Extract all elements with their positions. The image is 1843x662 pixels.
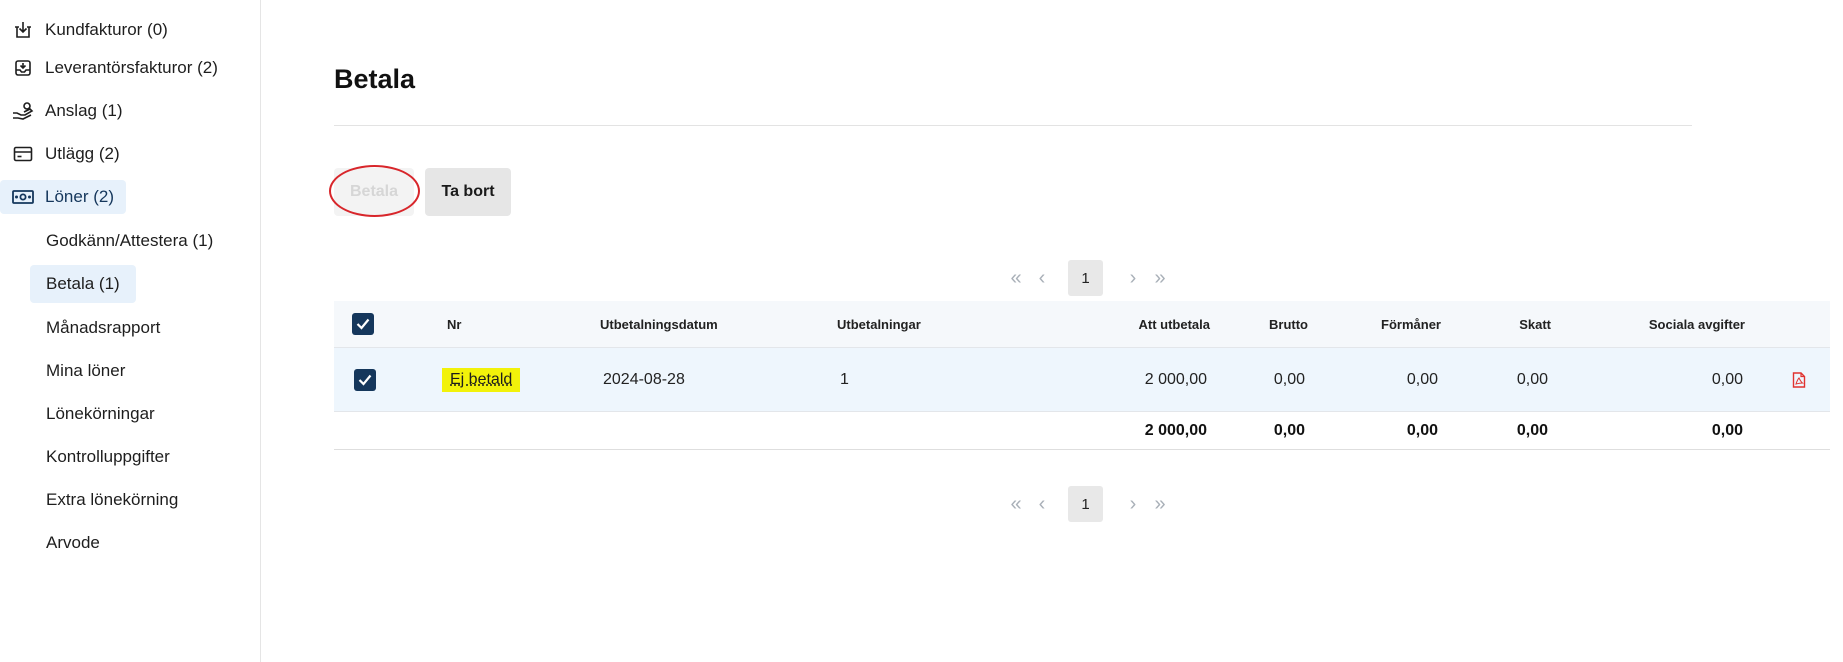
pdf-icon[interactable] [1792, 371, 1806, 388]
sidebar-subitem-godkann-attestera[interactable]: Godkänn/Attestera (1) [30, 222, 229, 260]
current-page-button[interactable]: 1 [1068, 486, 1103, 522]
table-row[interactable]: Ej betald 2024-08-28 1 2 000,00 0,00 0,0… [334, 348, 1830, 412]
sidebar-item-label: Lönekörningar [46, 404, 155, 423]
totals-row: 2 000,00 0,00 0,00 0,00 0,00 [334, 412, 1830, 450]
total-benefits: 0,00 [1406, 421, 1438, 439]
sidebar-item-label: Extra lönekörning [46, 490, 179, 509]
hand-coins-icon [11, 99, 35, 123]
column-header-nr[interactable]: Nr [447, 301, 461, 347]
sidebar-item-label: Kontrolluppgifter [46, 447, 170, 466]
sidebar-subitem-mina-loner[interactable]: Mina löner [30, 352, 141, 390]
sidebar-item-label: Leverantörsfakturor (2) [45, 58, 218, 77]
first-page-button[interactable]: « [1005, 260, 1027, 296]
next-page-button[interactable]: › [1124, 260, 1142, 296]
total-tax: 0,00 [1516, 421, 1548, 439]
table-header: Nr Utbetalningsdatum Utbetalningar Att u… [334, 301, 1830, 348]
row-select-cell [354, 348, 376, 411]
social-fees-cell: 0,00 [1711, 370, 1743, 388]
annotation-circle [329, 165, 420, 217]
sidebar-subitem-extra-lonekorning[interactable]: Extra lönekörning [30, 481, 194, 519]
current-page-button[interactable]: 1 [1068, 260, 1103, 296]
app: Kundfakturor (0) Leverantörsfakturor (2)… [0, 0, 1843, 662]
row-checkbox[interactable] [354, 368, 376, 391]
sidebar-item-label: Månadsrapport [46, 318, 161, 337]
sidebar-subitem-betala[interactable]: Betala (1) [30, 265, 136, 303]
status-cell: Ej betald [442, 348, 521, 411]
check-icon [356, 318, 370, 330]
receive-invoice-icon [11, 18, 35, 42]
banknote-icon [11, 185, 35, 209]
total-social-fees: 0,00 [1711, 421, 1743, 439]
check-icon [358, 374, 372, 386]
sidebar-item-anslag[interactable]: Anslag (1) [0, 94, 122, 128]
total-gross: 0,00 [1273, 421, 1305, 439]
sidebar-item-label: Betala (1) [46, 274, 120, 293]
pagination-bottom: « ‹ 1 › » [1005, 486, 1175, 522]
column-header-tax[interactable]: Skatt [1464, 301, 1551, 347]
sidebar-item-label: Anslag (1) [45, 101, 123, 120]
sidebar-item-label: Mina löner [46, 361, 126, 380]
supplier-invoice-icon [11, 56, 35, 80]
sidebar-item-label: Godkänn/Attestera (1) [46, 231, 214, 250]
select-all-cell [352, 301, 374, 347]
sidebar-subitem-manadsrapport[interactable]: Månadsrapport [30, 309, 176, 347]
payouts-cell: 1 [840, 370, 849, 388]
sidebar-item-kundfakturor[interactable]: Kundfakturor (0) [0, 13, 168, 47]
pdf-cell [1792, 348, 1806, 411]
sidebar: Kundfakturor (0) Leverantörsfakturor (2)… [0, 0, 261, 662]
benefits-cell: 0,00 [1406, 370, 1438, 388]
date-cell: 2024-08-28 [603, 370, 685, 388]
column-header-payouts[interactable]: Utbetalningar [837, 301, 921, 347]
gross-cell: 0,00 [1273, 370, 1305, 388]
to-pay-cell: 2 000,00 [1144, 370, 1207, 388]
sidebar-item-loner[interactable]: Löner (2) [0, 180, 126, 214]
column-header-to-pay[interactable]: Att utbetala [1024, 301, 1211, 347]
sidebar-subitem-arvode[interactable]: Arvode [30, 524, 116, 562]
delete-button[interactable]: Ta bort [425, 168, 511, 216]
page-title: Betala [334, 64, 416, 94]
total-to-pay: 2 000,00 [1144, 421, 1207, 439]
sidebar-subitem-lonekorningar[interactable]: Lönekörningar [30, 395, 171, 433]
next-page-button[interactable]: › [1124, 486, 1142, 522]
prev-page-button[interactable]: ‹ [1033, 486, 1051, 522]
sidebar-item-label: Kundfakturor (0) [45, 20, 168, 39]
tax-cell: 0,00 [1516, 370, 1548, 388]
pagination-top: « ‹ 1 › » [1005, 260, 1175, 296]
column-header-gross[interactable]: Brutto [1234, 301, 1308, 347]
prev-page-button[interactable]: ‹ [1033, 260, 1051, 296]
sidebar-item-label: Utlägg (2) [45, 144, 120, 163]
card-icon [11, 142, 35, 166]
column-header-benefits[interactable]: Förmåner [1334, 301, 1441, 347]
column-header-social-fees[interactable]: Sociala avgifter [1574, 301, 1745, 347]
divider [334, 125, 1692, 126]
first-page-button[interactable]: « [1005, 486, 1027, 522]
sidebar-item-utlagg[interactable]: Utlägg (2) [0, 137, 120, 171]
sidebar-item-label: Arvode [46, 533, 100, 552]
last-page-button[interactable]: » [1149, 260, 1171, 296]
status-badge[interactable]: Ej betald [442, 367, 521, 392]
sidebar-subitem-kontrolluppgifter[interactable]: Kontrolluppgifter [30, 438, 186, 476]
select-all-checkbox[interactable] [352, 313, 374, 335]
sidebar-item-label: Löner (2) [45, 187, 114, 206]
sidebar-item-leverantorsfakturor[interactable]: Leverantörsfakturor (2) [0, 51, 218, 85]
column-header-date[interactable]: Utbetalningsdatum [600, 301, 718, 347]
last-page-button[interactable]: » [1149, 486, 1171, 522]
